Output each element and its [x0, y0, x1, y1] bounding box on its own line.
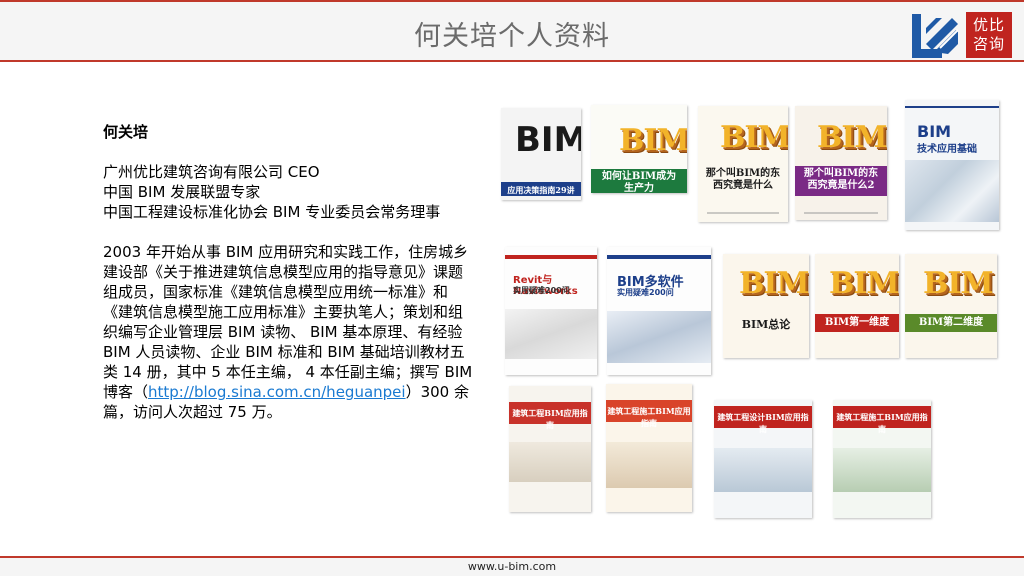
title-line: 中国 BIM 发展联盟专家 [103, 183, 261, 201]
ubim-logo-icon [912, 14, 958, 58]
footer-bar: www.u-bim.com [0, 556, 1024, 576]
page-title: 何关培个人资料 [414, 21, 610, 52]
brand-line-1: 优比 [972, 16, 1005, 34]
book-illustration [509, 442, 591, 482]
book-cover: BIM BIM第二维度 [905, 254, 997, 358]
book-band [905, 106, 999, 108]
book-big-text: BIM [515, 120, 581, 160]
book-illustration [714, 448, 812, 492]
book-title: BIM总论 [741, 318, 791, 331]
book-big-text: BIM [739, 266, 809, 301]
person-name: 何关培 [103, 123, 149, 141]
book-band [505, 255, 597, 259]
book-cover: BIM 如何让BIM成为生产力 [591, 105, 687, 193]
book-title: 实用疑难200问 [617, 288, 674, 297]
footer-url: www.u-bim.com [467, 560, 557, 573]
bio-section: 何关培 广州优比建筑咨询有限公司 CEO 中国 BIM 发展联盟专家 中国工程建… [103, 122, 475, 442]
book-cover: BIM 那个叫BIM的东西究竟是什么2 [795, 106, 887, 220]
book-cover: BIM 技术应用基础 [905, 100, 999, 230]
book-title: 建筑工程BIM应用指南 [512, 408, 588, 430]
book-illustration [505, 309, 597, 359]
book-illustration [607, 311, 711, 363]
blog-link[interactable]: http://blog.sina.com.cn/heguanpei [148, 383, 406, 401]
title-line: 中国工程建设标准化协会 BIM 专业委员会常务理事 [103, 203, 441, 221]
brand-badge: 优比 咨询 [966, 12, 1012, 58]
book-illustration [833, 448, 931, 492]
book-cover: BIM多软件 实用疑难200问 [607, 247, 711, 375]
book-title: 建筑工程施工BIM应用指南 [607, 406, 691, 428]
book-cover: 建筑工程设计BIM应用指南 [714, 400, 812, 518]
book-title: 实用疑难200问 [513, 286, 570, 295]
book-cover: BIM BIM第一维度 [815, 254, 899, 358]
book-cover: 建筑工程施工BIM应用指南 [833, 400, 931, 518]
book-publisher-line [707, 212, 779, 214]
person-description: 2003 年开始从事 BIM 应用研究和实践工作，住房城乡建设部《关于推进建筑信… [103, 242, 475, 422]
book-title: BIM第一维度 [824, 317, 890, 328]
book-title: 建筑工程设计BIM应用指南 [717, 412, 809, 434]
book-title: 建筑工程施工BIM应用指南 [836, 412, 928, 434]
book-big-text: BIM [917, 122, 952, 141]
description-text: 2003 年开始从事 BIM 应用研究和实践工作，住房城乡建设部《关于推进建筑信… [103, 243, 473, 401]
book-big-text: BIM [619, 123, 687, 158]
book-big-text: BIM [720, 120, 788, 155]
brand-line-2: 咨询 [972, 35, 1005, 53]
header-bar: 何关培个人资料 优比 咨询 [0, 0, 1024, 62]
book-title: 应用决策指南29讲 [507, 185, 575, 195]
book-title: 如何让BIM成为生产力 [601, 171, 677, 193]
book-illustration [905, 160, 999, 222]
book-title: 那个叫BIM的东西究竟是什么2 [803, 168, 879, 191]
book-cover: BIM 那个叫BIM的东西究竟是什么 [698, 106, 788, 222]
book-band [607, 255, 711, 259]
person-titles: 广州优比建筑咨询有限公司 CEO 中国 BIM 发展联盟专家 中国工程建设标准化… [103, 162, 475, 222]
book-cover: Revit与Navisworks 实用疑难200问 [505, 247, 597, 375]
book-title: BIM第二维度 [918, 317, 984, 328]
book-cover: 建筑工程施工BIM应用指南 [606, 384, 692, 512]
book-cover: BIM 应用决策指南29讲 [501, 108, 581, 200]
title-line: 广州优比建筑咨询有限公司 CEO [103, 163, 320, 181]
book-big-text: BIM [923, 266, 994, 301]
book-illustration [606, 442, 692, 488]
book-cover: BIM BIM总论 [723, 254, 809, 358]
book-big-text: BIM [817, 120, 887, 155]
book-big-text: BIM [829, 266, 899, 301]
book-publisher-line [804, 212, 878, 214]
book-cover: 建筑工程BIM应用指南 [509, 386, 591, 512]
book-title: 那个叫BIM的东西究竟是什么 [705, 168, 781, 191]
book-title: 技术应用基础 [917, 144, 977, 155]
